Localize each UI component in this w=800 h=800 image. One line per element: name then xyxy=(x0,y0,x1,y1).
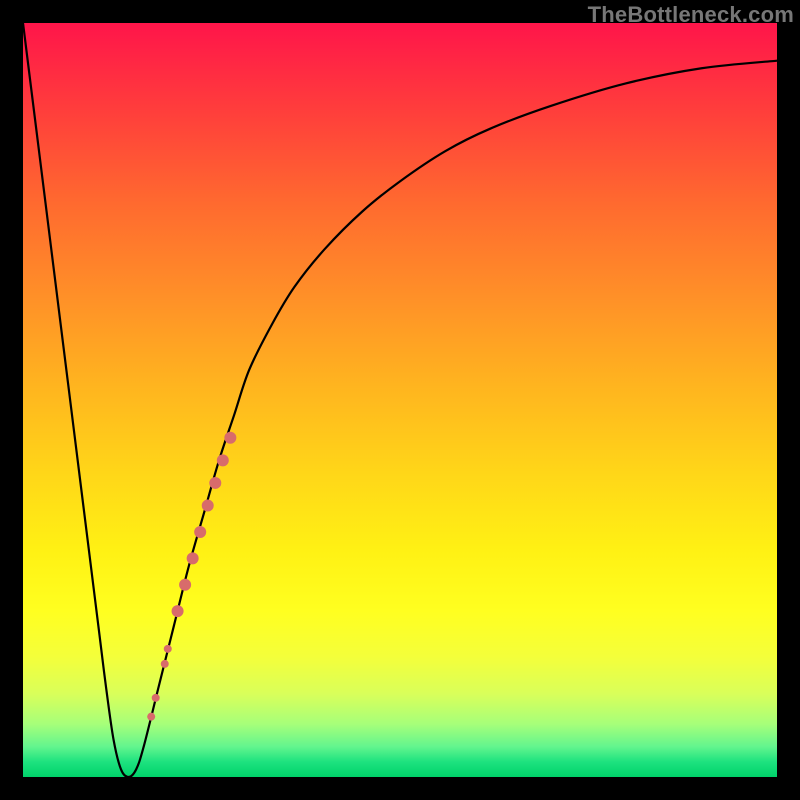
highlight-dot xyxy=(224,432,236,444)
highlight-dot xyxy=(202,500,214,512)
plot-area xyxy=(23,23,777,777)
chart-svg xyxy=(23,23,777,777)
highlight-dot xyxy=(147,713,155,721)
highlight-dot xyxy=(179,579,191,591)
highlight-dot xyxy=(187,552,199,564)
highlight-dot xyxy=(152,694,160,702)
chart-frame: TheBottleneck.com xyxy=(0,0,800,800)
watermark-text: TheBottleneck.com xyxy=(588,2,794,28)
bottleneck-curve xyxy=(23,23,777,777)
highlight-dot xyxy=(217,454,229,466)
highlight-dot xyxy=(164,645,172,653)
highlight-dot xyxy=(161,660,169,668)
highlight-dot xyxy=(172,605,184,617)
highlight-dot xyxy=(209,477,221,489)
highlight-dot xyxy=(194,526,206,538)
